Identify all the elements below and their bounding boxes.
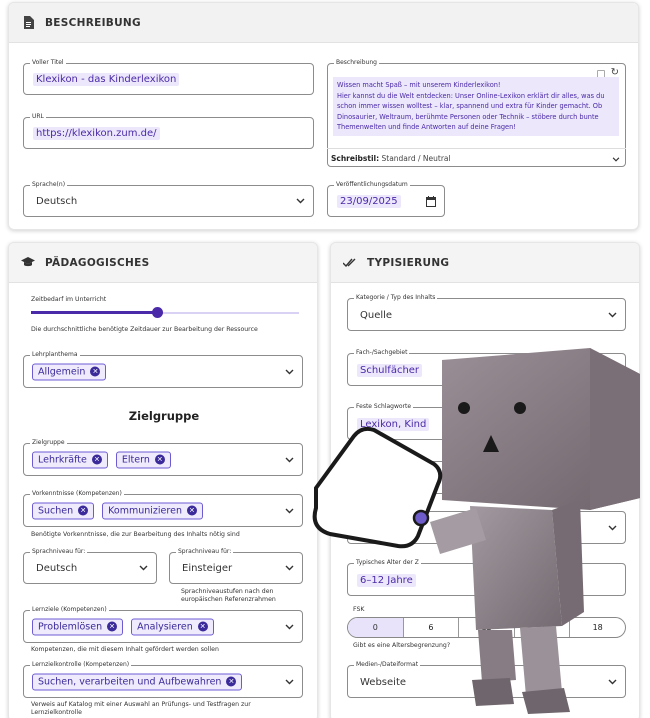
slider-thumb[interactable] bbox=[151, 307, 163, 318]
vorkenntnisse-help: Benötigte Vorkenntnisse, die zur Bearbei… bbox=[31, 531, 240, 538]
sprachniveau1-label: Sprachniveau für: bbox=[30, 547, 88, 556]
schreibstil-value: Standard / Neutral bbox=[381, 154, 451, 163]
voller-titel-field[interactable]: Voller Titel Klexikon - das Kinderlexiko… bbox=[23, 58, 314, 95]
beschreibung-title: BESCHREIBUNG bbox=[45, 16, 141, 29]
lernziele-select[interactable]: Lernziele (Kompetenzen) Problemlösen ✕ An… bbox=[23, 605, 303, 643]
close-chip-icon[interactable]: ✕ bbox=[197, 621, 208, 632]
chevron-down-icon bbox=[612, 157, 620, 162]
lernkontrolle-help-2: Lernzielkontrolle bbox=[31, 709, 82, 716]
danbo-figure-image bbox=[312, 348, 640, 714]
lernkontrolle-label: Lernzielkontrolle (Kompetenzen) bbox=[30, 660, 132, 669]
kategorie-select[interactable]: Kategorie / Typ des Inhalts Quelle bbox=[347, 293, 626, 331]
lehrplanthema-label: Lehrplanthema bbox=[30, 350, 80, 359]
beschreibung-label: Beschreibung bbox=[334, 58, 379, 67]
chevron-down-icon bbox=[608, 312, 617, 317]
sprache-value: Deutsch bbox=[36, 196, 78, 207]
close-chip-icon[interactable]: ✕ bbox=[91, 454, 102, 465]
close-chip-icon[interactable]: ✕ bbox=[90, 366, 101, 377]
close-chip-icon[interactable]: ✕ bbox=[226, 676, 237, 687]
zeitbedarf-help: Die durchschnittliche benötigte Zeitdaue… bbox=[31, 326, 258, 333]
sprache-select[interactable]: Sprache(n) Deutsch bbox=[23, 180, 314, 217]
voller-titel-value: Klexikon - das Kinderlexikon bbox=[33, 73, 180, 86]
url-field[interactable]: URL https://klexikon.zum.de/ bbox=[23, 112, 314, 149]
lernziele-help: Kompetenzen, die mit diesem Inhalt geför… bbox=[31, 646, 219, 653]
zielgruppe-heading: Zielgruppe bbox=[128, 409, 200, 423]
chip-allgemein: Allgemein ✕ bbox=[32, 363, 107, 380]
lernziele-label: Lernziele (Kompetenzen) bbox=[30, 605, 109, 614]
sprachniveau1-value: Deutsch bbox=[36, 563, 78, 574]
document-icon bbox=[21, 16, 35, 30]
chevron-down-icon bbox=[139, 565, 148, 571]
zielgruppe-select[interactable]: Zielgruppe Lehrkräfte ✕ Eltern ✕ bbox=[23, 438, 303, 476]
eye-right bbox=[514, 402, 526, 414]
url-value: https://klexikon.zum.de/ bbox=[33, 127, 160, 140]
typisierung-header: TYPISIERUNG bbox=[331, 243, 639, 283]
paedagogisches-card: PÄDAGOGISCHES Zeitbedarf im Unterricht D… bbox=[8, 242, 318, 718]
schreibstil-select[interactable]: Schreibstil: Standard / Neutral bbox=[327, 148, 626, 168]
paedagogisches-header: PÄDAGOGISCHES bbox=[9, 243, 317, 283]
eye-left bbox=[458, 402, 470, 414]
datum-label: Veröffentlichungsdatum bbox=[334, 180, 410, 189]
sprachniveau-help-2: europäischen Referenzrahmen bbox=[181, 596, 276, 603]
beschreibung-text: Wissen macht Spaß – mit unserem Kinderle… bbox=[333, 77, 619, 136]
chip-problemloesen: Problemlösen ✕ bbox=[32, 618, 124, 635]
lernkontrolle-help-1: Verweis auf Katalog mit einer Auswahl an… bbox=[31, 701, 251, 708]
tag-icon bbox=[312, 426, 443, 549]
typisierung-title: TYPISIERUNG bbox=[367, 256, 450, 269]
sprachniveau-sprache-select[interactable]: Sprachniveau für: Deutsch bbox=[23, 547, 157, 584]
zeitbedarf-slider[interactable] bbox=[31, 307, 299, 318]
schreibstil-label: Schreibstil: bbox=[331, 154, 380, 163]
chevron-down-icon bbox=[296, 198, 305, 204]
vorkenntnisse-select[interactable]: Vorkenntnisse (Kompetenzen) Suchen ✕ Komm… bbox=[23, 489, 303, 527]
datum-value: 23/09/2025 bbox=[337, 195, 401, 208]
close-chip-icon[interactable]: ✕ bbox=[154, 454, 165, 465]
close-chip-icon[interactable]: ✕ bbox=[107, 621, 118, 632]
url-label: URL bbox=[30, 112, 46, 121]
chevron-down-icon bbox=[285, 369, 294, 374]
sprachniveau-help-1: Sprachniveaustufen nach den bbox=[181, 588, 274, 595]
paedagogisches-title: PÄDAGOGISCHES bbox=[45, 256, 150, 269]
datum-field[interactable]: Veröffentlichungsdatum 23/09/2025 bbox=[327, 180, 445, 217]
sprache-label: Sprache(n) bbox=[30, 180, 68, 189]
chip-analysieren: Analysieren ✕ bbox=[131, 618, 214, 635]
chevron-down-icon bbox=[285, 624, 294, 629]
zielgruppe-label: Zielgruppe bbox=[30, 438, 67, 447]
chip-lehrkraefte: Lehrkräfte ✕ bbox=[32, 451, 108, 468]
graduation-cap-icon bbox=[21, 256, 35, 270]
chip-suchen-verarbeiten: Suchen, verarbeiten und Aufbewahren ✕ bbox=[32, 673, 243, 690]
chevron-down-icon bbox=[285, 565, 294, 571]
chip-suchen: Suchen ✕ bbox=[32, 502, 95, 519]
kategorie-label: Kategorie / Typ des Inhalts bbox=[354, 293, 438, 302]
check-marks-icon bbox=[343, 256, 357, 270]
sprachniveau2-value: Einsteiger bbox=[182, 563, 233, 574]
sprachniveau-stufe-select[interactable]: Sprachniveau für: Einsteiger bbox=[169, 547, 303, 584]
calendar-icon[interactable] bbox=[426, 196, 436, 207]
beschreibung-header: BESCHREIBUNG bbox=[9, 3, 638, 43]
chip-kommunizieren: Kommunizieren ✕ bbox=[102, 502, 203, 519]
chevron-down-icon bbox=[285, 679, 294, 684]
close-chip-icon[interactable]: ✕ bbox=[78, 505, 89, 516]
chip-eltern: Eltern ✕ bbox=[115, 451, 171, 468]
sprachniveau2-label: Sprachniveau für: bbox=[176, 547, 234, 556]
beschreibung-card: BESCHREIBUNG Voller Titel Klexikon - das… bbox=[8, 2, 639, 230]
chevron-down-icon bbox=[285, 508, 294, 513]
chevron-down-icon bbox=[285, 457, 294, 462]
kategorie-value: Quelle bbox=[360, 310, 393, 321]
slider-fill bbox=[31, 311, 157, 314]
lehrplanthema-select[interactable]: Lehrplanthema Allgemein ✕ bbox=[23, 350, 303, 388]
close-chip-icon[interactable]: ✕ bbox=[186, 505, 197, 516]
voller-titel-label: Voller Titel bbox=[30, 58, 66, 67]
lernkontrolle-select[interactable]: Lernzielkontrolle (Kompetenzen) Suchen, … bbox=[23, 660, 303, 698]
vorkenntnisse-label: Vorkenntnisse (Kompetenzen) bbox=[30, 489, 124, 498]
zeitbedarf-label: Zeitbedarf im Unterricht bbox=[31, 296, 107, 303]
